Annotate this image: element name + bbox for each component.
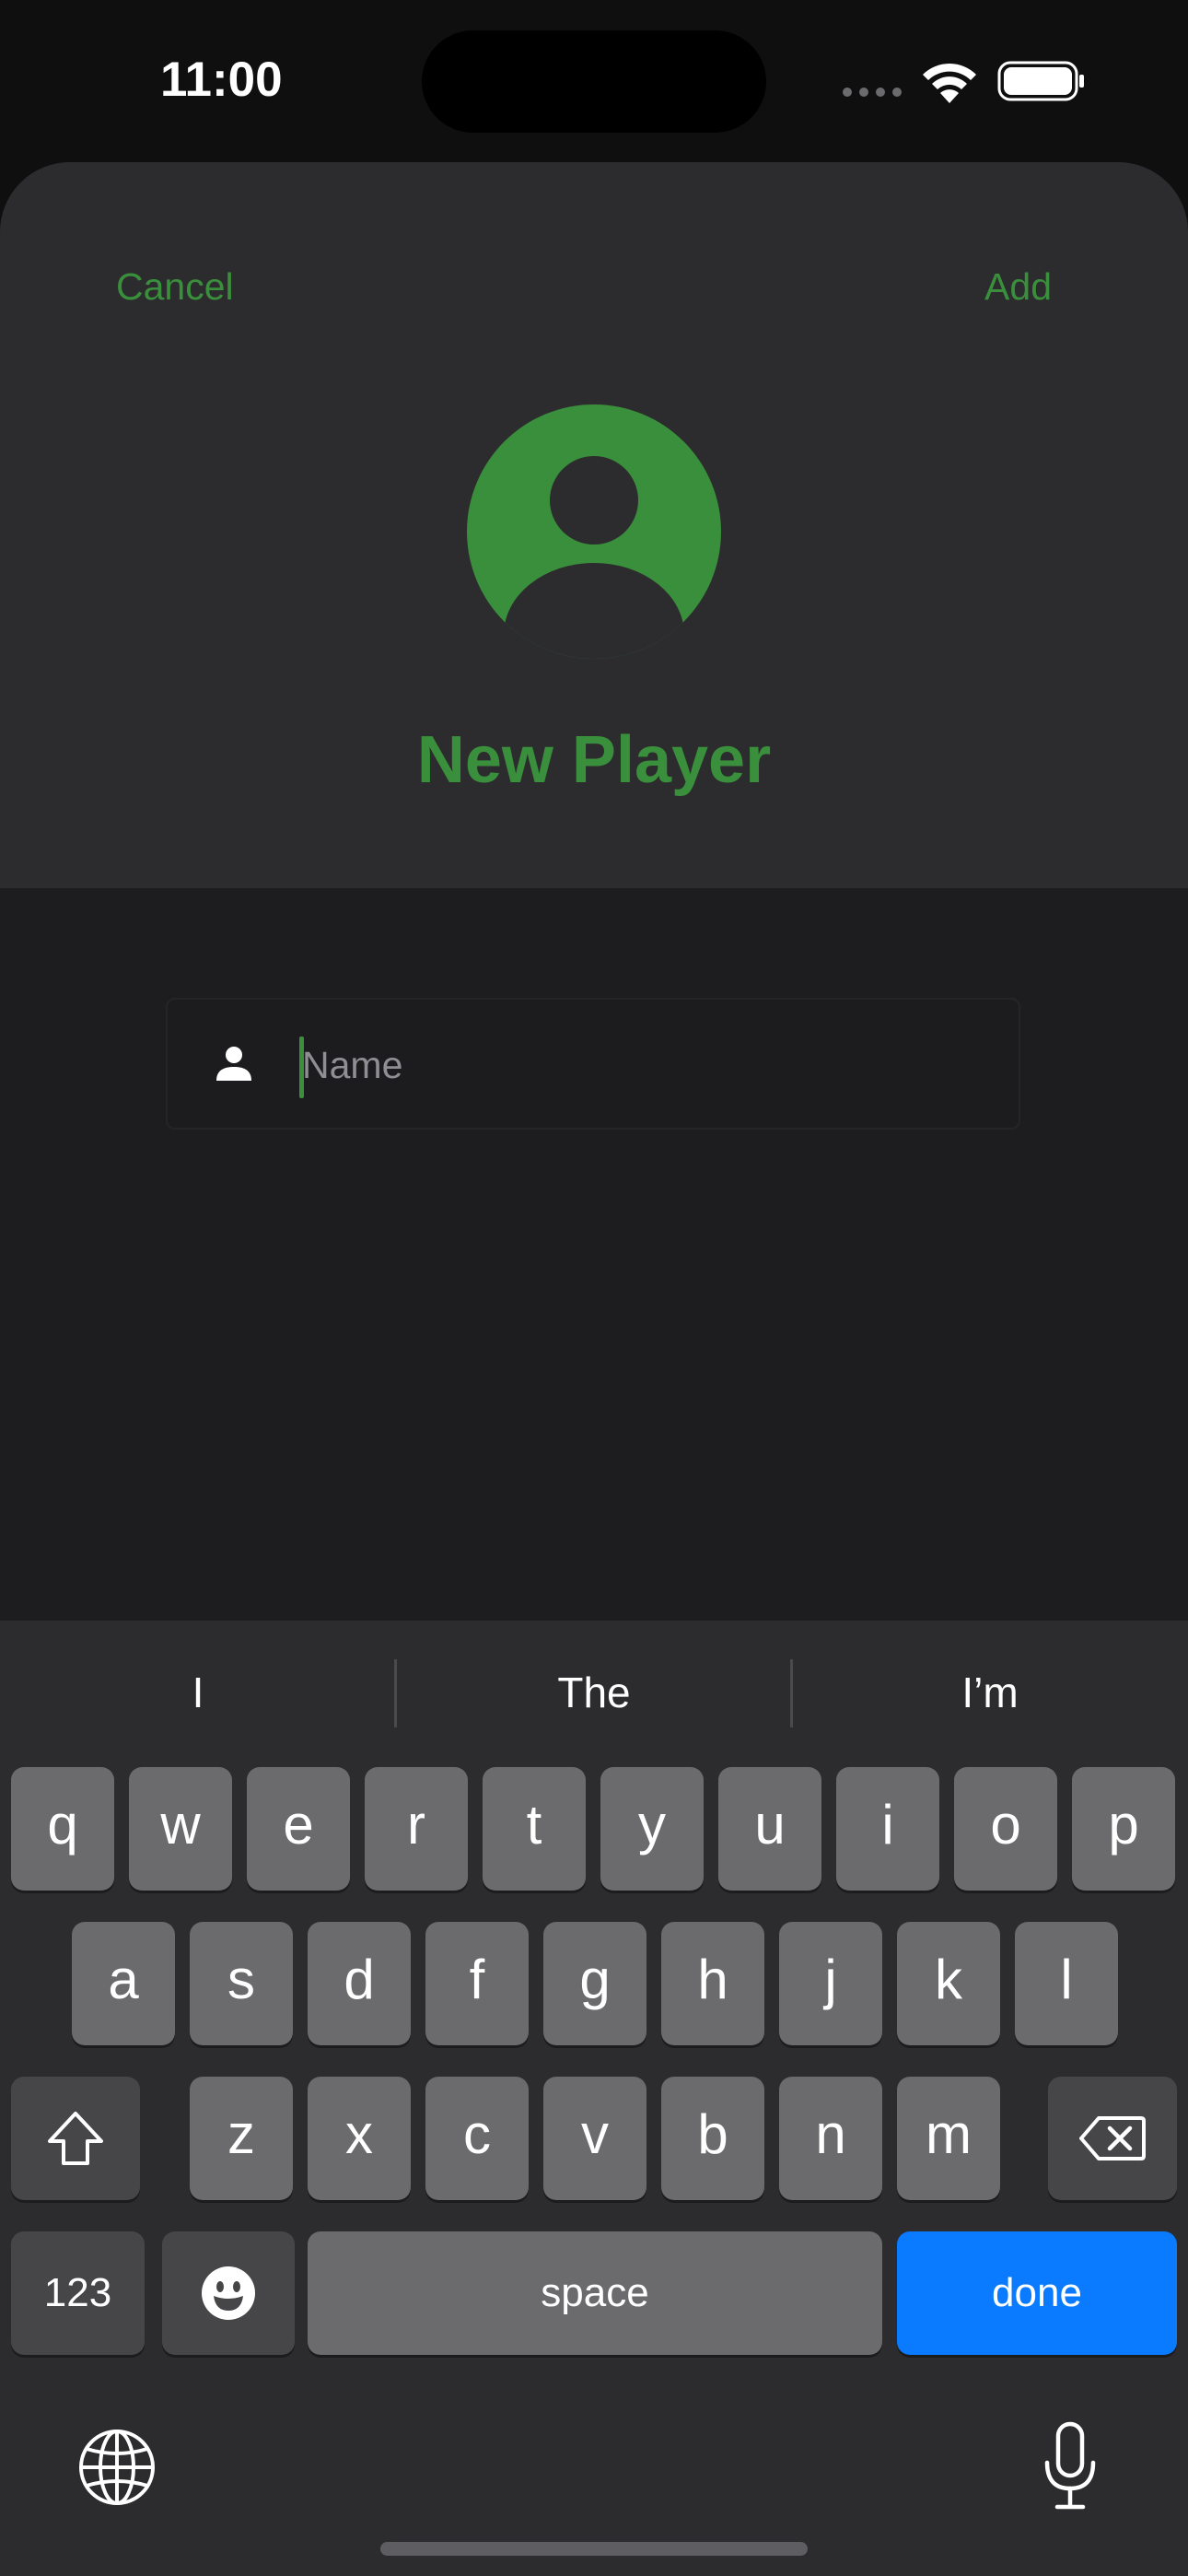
- key-t[interactable]: t: [483, 1767, 586, 1891]
- key-e[interactable]: e: [247, 1767, 350, 1891]
- key-c[interactable]: c: [425, 2077, 529, 2200]
- key-r[interactable]: r: [365, 1767, 468, 1891]
- key-g[interactable]: g: [543, 1922, 646, 2045]
- key-p[interactable]: p: [1072, 1767, 1175, 1891]
- player-avatar-icon: [467, 404, 721, 659]
- key-m[interactable]: m: [897, 2077, 1000, 2200]
- key-s[interactable]: s: [190, 1922, 293, 2045]
- key-b[interactable]: b: [661, 2077, 764, 2200]
- key-k[interactable]: k: [897, 1922, 1000, 2045]
- key-a[interactable]: a: [72, 1922, 175, 2045]
- person-icon: [216, 1047, 251, 1081]
- suggestion-bar: I The I’m: [0, 1656, 1188, 1729]
- key-u[interactable]: u: [718, 1767, 821, 1891]
- status-time: 11:00: [160, 53, 283, 107]
- key-y[interactable]: y: [600, 1767, 704, 1891]
- space-key[interactable]: space: [308, 2231, 882, 2355]
- cancel-button[interactable]: Cancel: [116, 265, 234, 309]
- suggestion-item[interactable]: The: [396, 1656, 792, 1729]
- delete-key[interactable]: [1048, 2077, 1177, 2200]
- key-j[interactable]: j: [779, 1922, 882, 2045]
- shift-key[interactable]: [11, 2077, 140, 2200]
- key-l[interactable]: l: [1015, 1922, 1118, 2045]
- suggestion-item[interactable]: I’m: [792, 1656, 1188, 1729]
- sheet-header: Cancel Add New Player: [0, 162, 1188, 888]
- home-indicator: [380, 2542, 808, 2556]
- emoji-icon: [202, 2266, 255, 2320]
- page-title: New Player: [416, 723, 772, 797]
- key-x[interactable]: x: [308, 2077, 411, 2200]
- name-field[interactable]: [166, 998, 1020, 1130]
- done-key[interactable]: done: [897, 2231, 1177, 2355]
- key-d[interactable]: d: [308, 1922, 411, 2045]
- battery-icon: [997, 61, 1084, 101]
- cellular-signal-icon: [843, 88, 903, 97]
- key-n[interactable]: n: [779, 2077, 882, 2200]
- key-h[interactable]: h: [661, 1922, 764, 2045]
- suggestion-item[interactable]: I: [0, 1656, 396, 1729]
- add-button[interactable]: Add: [984, 265, 1052, 309]
- key-v[interactable]: v: [543, 2077, 646, 2200]
- backspace-icon: [1079, 2116, 1146, 2160]
- globe-icon[interactable]: [77, 2428, 157, 2507]
- key-q[interactable]: q: [11, 1767, 114, 1891]
- emoji-key[interactable]: [162, 2231, 295, 2355]
- shift-icon: [48, 2112, 103, 2165]
- key-o[interactable]: o: [954, 1767, 1057, 1891]
- microphone-icon[interactable]: [1041, 2420, 1100, 2512]
- name-input[interactable]: [302, 1027, 984, 1103]
- wifi-icon: [923, 63, 976, 103]
- numbers-key[interactable]: 123: [11, 2231, 145, 2355]
- key-f[interactable]: f: [425, 1922, 529, 2045]
- key-i[interactable]: i: [836, 1767, 939, 1891]
- dynamic-island: [422, 30, 766, 133]
- key-w[interactable]: w: [129, 1767, 232, 1891]
- key-z[interactable]: z: [190, 2077, 293, 2200]
